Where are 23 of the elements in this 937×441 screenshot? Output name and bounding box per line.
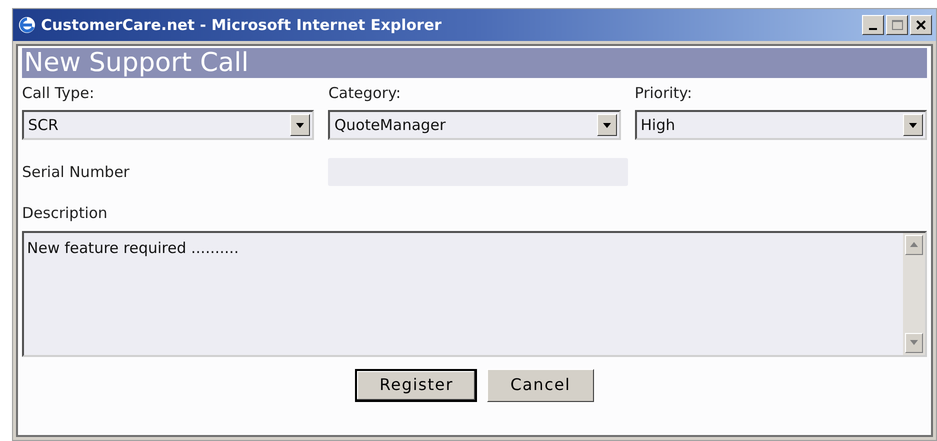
description-field[interactable]: New feature required .......... bbox=[22, 230, 927, 356]
dropdown[interactable]: High bbox=[634, 110, 927, 140]
field-label: Category: bbox=[328, 83, 402, 104]
window-title: CustomerCare.net - Microsoft Internet Explorer bbox=[41, 14, 442, 36]
scrollbar[interactable] bbox=[903, 232, 925, 354]
cancel-button[interactable]: Cancel bbox=[487, 368, 594, 402]
scroll-down-button[interactable] bbox=[905, 332, 923, 352]
register-button[interactable]: Register bbox=[355, 368, 478, 402]
dropdown[interactable]: SCR bbox=[22, 110, 314, 140]
form-heading: New Support Call bbox=[22, 48, 927, 78]
field-label: Description bbox=[22, 203, 108, 224]
minimize-button[interactable] bbox=[862, 15, 884, 35]
arrow-up-icon bbox=[910, 242, 918, 247]
close-button[interactable] bbox=[910, 15, 932, 35]
field-label: Priority: bbox=[634, 83, 694, 104]
close-icon bbox=[916, 20, 926, 30]
arrow-down-icon bbox=[910, 340, 918, 345]
maximize-button[interactable] bbox=[886, 15, 908, 35]
field-label: Serial Number bbox=[22, 162, 130, 183]
dropdown[interactable]: QuoteManager bbox=[328, 110, 621, 140]
browser-icon bbox=[17, 15, 37, 35]
scroll-up-button[interactable] bbox=[905, 234, 923, 254]
field-label: Call Type: bbox=[22, 83, 96, 104]
